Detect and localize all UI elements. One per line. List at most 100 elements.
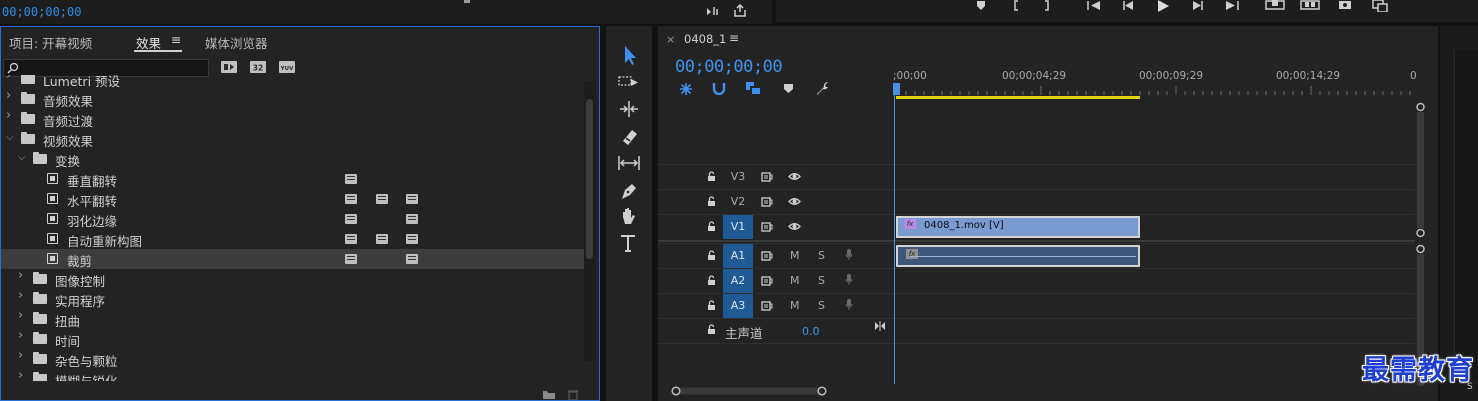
timeline-timecode[interactable]: 00;00;00;00: [675, 57, 783, 77]
selection-tool-icon[interactable]: [616, 44, 642, 66]
wrench-icon[interactable]: [814, 81, 830, 96]
32bit-filter-icon[interactable]: 32: [250, 60, 266, 74]
audio-clip[interactable]: fx: [896, 245, 1140, 267]
solo-button[interactable]: S: [818, 274, 825, 287]
tree-folder[interactable]: › 音频过渡: [1, 109, 585, 129]
master-lock-icon[interactable]: [707, 324, 716, 335]
track-target-a1[interactable]: A1: [723, 244, 753, 268]
delete-icon[interactable]: [567, 389, 579, 400]
timeline-horizontal-scrollbar[interactable]: [670, 385, 1430, 397]
microphone-icon[interactable]: [845, 299, 853, 311]
tree-effect[interactable]: 自动重新构图: [1, 229, 585, 249]
tree-folder[interactable]: › 杂色与颗粒: [1, 349, 585, 369]
lock-icon[interactable]: [707, 196, 716, 206]
tree-folder[interactable]: › Lumetri 预设: [1, 75, 585, 89]
video-clip[interactable]: fx 0408_1.mov [V]: [896, 216, 1140, 238]
tree-effect[interactable]: 裁剪: [1, 249, 585, 269]
tree-effect[interactable]: 水平翻转: [1, 189, 585, 209]
chevron-down-icon[interactable]: ⌵: [18, 153, 28, 163]
chevron-down-icon[interactable]: ⌵: [6, 133, 16, 143]
lock-icon[interactable]: [707, 221, 716, 231]
tree-folder[interactable]: › 模糊与锐化: [1, 369, 585, 381]
step-forward-icon[interactable]: [1190, 0, 1204, 12]
close-sequence-icon[interactable]: ×: [666, 33, 675, 46]
timeline-vertical-scrollbar[interactable]: [1416, 100, 1425, 390]
eye-icon[interactable]: [788, 197, 801, 206]
chevron-right-icon[interactable]: ›: [18, 269, 28, 282]
lock-icon[interactable]: [707, 250, 716, 260]
mute-button[interactable]: M: [790, 299, 800, 312]
tree-folder[interactable]: ⌵ 视频效果: [1, 129, 585, 149]
marker-icon[interactable]: [975, 1, 987, 11]
mute-button[interactable]: M: [790, 274, 800, 287]
tree-effect[interactable]: 垂直翻转: [1, 169, 585, 189]
track-target-v3[interactable]: V3: [723, 165, 753, 189]
chevron-right-icon[interactable]: ›: [18, 329, 28, 342]
microphone-icon[interactable]: [845, 274, 853, 286]
mark-out-icon[interactable]: [1042, 0, 1052, 12]
chevron-right-icon[interactable]: ›: [18, 369, 28, 381]
tree-folder[interactable]: › 图像控制: [1, 269, 585, 289]
go-to-in-icon[interactable]: [1086, 0, 1102, 12]
master-volume-value[interactable]: 0.0: [802, 325, 820, 338]
add-marker-icon[interactable]: [783, 83, 794, 94]
go-to-end-icon[interactable]: [874, 321, 886, 331]
track-target-a2[interactable]: A2: [723, 269, 753, 293]
sync-lock-icon[interactable]: [761, 276, 773, 286]
chevron-right-icon[interactable]: ›: [18, 289, 28, 302]
lock-icon[interactable]: [707, 171, 716, 181]
tree-folder[interactable]: › 扭曲: [1, 309, 585, 329]
chevron-right-icon[interactable]: ›: [6, 109, 16, 122]
tree-scrollbar-thumb[interactable]: [586, 99, 593, 259]
sequence-tab-name[interactable]: 0408_1: [684, 32, 726, 46]
snap-icon[interactable]: [712, 82, 726, 95]
tab-media-browser[interactable]: 媒体浏览器: [205, 33, 268, 52]
sync-lock-icon[interactable]: [761, 222, 773, 232]
camera-icon[interactable]: [1338, 0, 1352, 10]
new-bin-icon[interactable]: [542, 390, 556, 400]
source-timecode[interactable]: 00;00;00;00: [2, 5, 81, 19]
linked-selection-icon[interactable]: [745, 81, 761, 95]
ripple-edit-tool-icon[interactable]: [616, 98, 642, 120]
accelerated-filter-icon[interactable]: [221, 60, 237, 74]
sync-lock-icon[interactable]: [761, 301, 773, 311]
sync-lock-icon[interactable]: [761, 172, 773, 182]
track-target-v2[interactable]: V2: [723, 190, 753, 214]
track-target-a3[interactable]: A3: [723, 294, 753, 318]
time-ruler[interactable]: ;00;00 00;00;04;29 00;00;09;29 00;00;14;…: [893, 66, 1417, 100]
chevron-right-icon[interactable]: ›: [6, 89, 16, 102]
playhead-line[interactable]: [894, 84, 895, 384]
tab-project[interactable]: 项目: 开幕视频: [9, 33, 92, 52]
panel-menu-icon[interactable]: ≡: [171, 32, 181, 47]
tree-effect[interactable]: 羽化边缘: [1, 209, 585, 229]
yuv-filter-icon[interactable]: YUV: [279, 60, 295, 74]
nest-sequence-icon[interactable]: [678, 82, 694, 96]
sync-lock-icon[interactable]: [761, 251, 773, 261]
eye-icon[interactable]: [788, 222, 801, 231]
mark-in-icon[interactable]: [1012, 0, 1022, 12]
slip-tool-icon[interactable]: [616, 152, 642, 174]
tree-folder[interactable]: ⌵ 变换: [1, 149, 585, 169]
extract-icon[interactable]: [1300, 0, 1320, 10]
video-audio-divider[interactable]: [658, 240, 1415, 242]
solo-button[interactable]: S: [818, 249, 825, 262]
hand-tool-icon[interactable]: [616, 206, 642, 228]
chevron-right-icon[interactable]: ›: [18, 349, 28, 362]
button-editor-icon[interactable]: [1372, 0, 1388, 12]
export-frame-icon[interactable]: [733, 4, 747, 17]
pen-tool-icon[interactable]: [616, 180, 642, 202]
lock-icon[interactable]: [707, 275, 716, 285]
track-select-tool-icon[interactable]: [616, 72, 642, 94]
track-target-v1[interactable]: V1: [723, 215, 753, 239]
lift-icon[interactable]: [1265, 0, 1285, 10]
go-to-out-icon[interactable]: [1224, 0, 1240, 12]
sync-lock-icon[interactable]: [761, 197, 773, 207]
work-area-bar[interactable]: [896, 96, 1140, 99]
mute-button[interactable]: M: [790, 249, 800, 262]
chevron-right-icon[interactable]: ›: [18, 309, 28, 322]
tree-folder[interactable]: › 实用程序: [1, 289, 585, 309]
search-field[interactable]: [20, 60, 206, 76]
playhead[interactable]: [893, 83, 900, 95]
tree-folder[interactable]: › 时间: [1, 329, 585, 349]
solo-button[interactable]: S: [818, 299, 825, 312]
